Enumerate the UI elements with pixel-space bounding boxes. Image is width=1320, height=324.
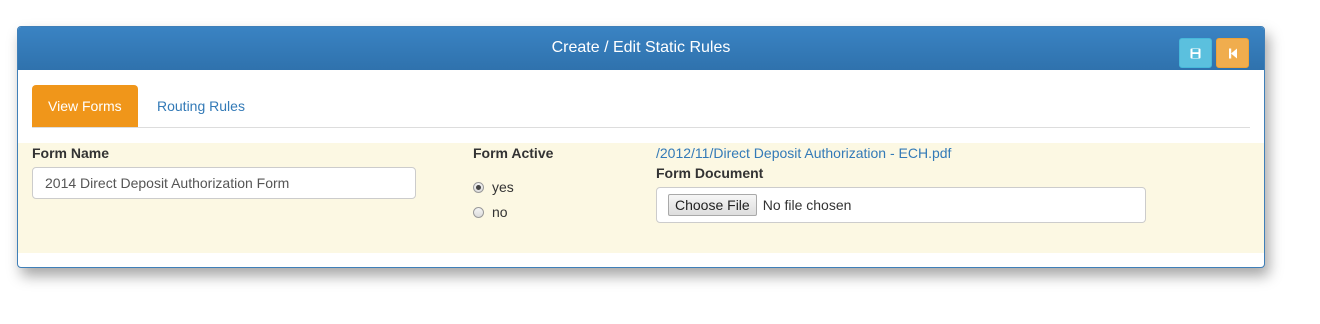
radio-no-label: no — [492, 204, 508, 220]
radio-yes-label: yes — [492, 179, 514, 195]
form-row: Form Name 2014 Direct Deposit Authorizat… — [18, 143, 1264, 253]
file-input[interactable]: Choose File No file chosen — [656, 187, 1146, 223]
file-status: No file chosen — [762, 197, 852, 213]
document-link[interactable]: /2012/11/Direct Deposit Authorization - … — [656, 145, 951, 161]
step-backward-icon — [1228, 48, 1237, 58]
panel-title: Create / Edit Static Rules — [551, 39, 731, 56]
form-document-label: Form Document — [656, 165, 764, 181]
choose-file-button[interactable]: Choose File — [668, 194, 757, 216]
radio-no[interactable] — [473, 206, 484, 218]
radio-yes[interactable] — [473, 181, 484, 193]
panel-header: Create / Edit Static Rules — [18, 27, 1264, 70]
tab-view-forms[interactable]: View Forms — [32, 85, 138, 127]
radio-option-yes[interactable]: yes — [473, 179, 514, 195]
static-rules-panel: Create / Edit Static Rules View Forms Ro… — [17, 26, 1265, 268]
form-name-label: Form Name — [32, 145, 110, 161]
floppy-disk-icon — [1190, 48, 1201, 58]
form-tabs: View Forms Routing Rules — [32, 85, 1250, 128]
form-active-label: Form Active — [473, 145, 554, 161]
form-name-field[interactable]: 2014 Direct Deposit Authorization Form — [32, 167, 416, 199]
save-button[interactable] — [1179, 38, 1212, 68]
tab-routing-rules[interactable]: Routing Rules — [141, 85, 261, 127]
radio-option-no[interactable]: no — [473, 204, 508, 220]
back-button[interactable] — [1216, 38, 1249, 68]
